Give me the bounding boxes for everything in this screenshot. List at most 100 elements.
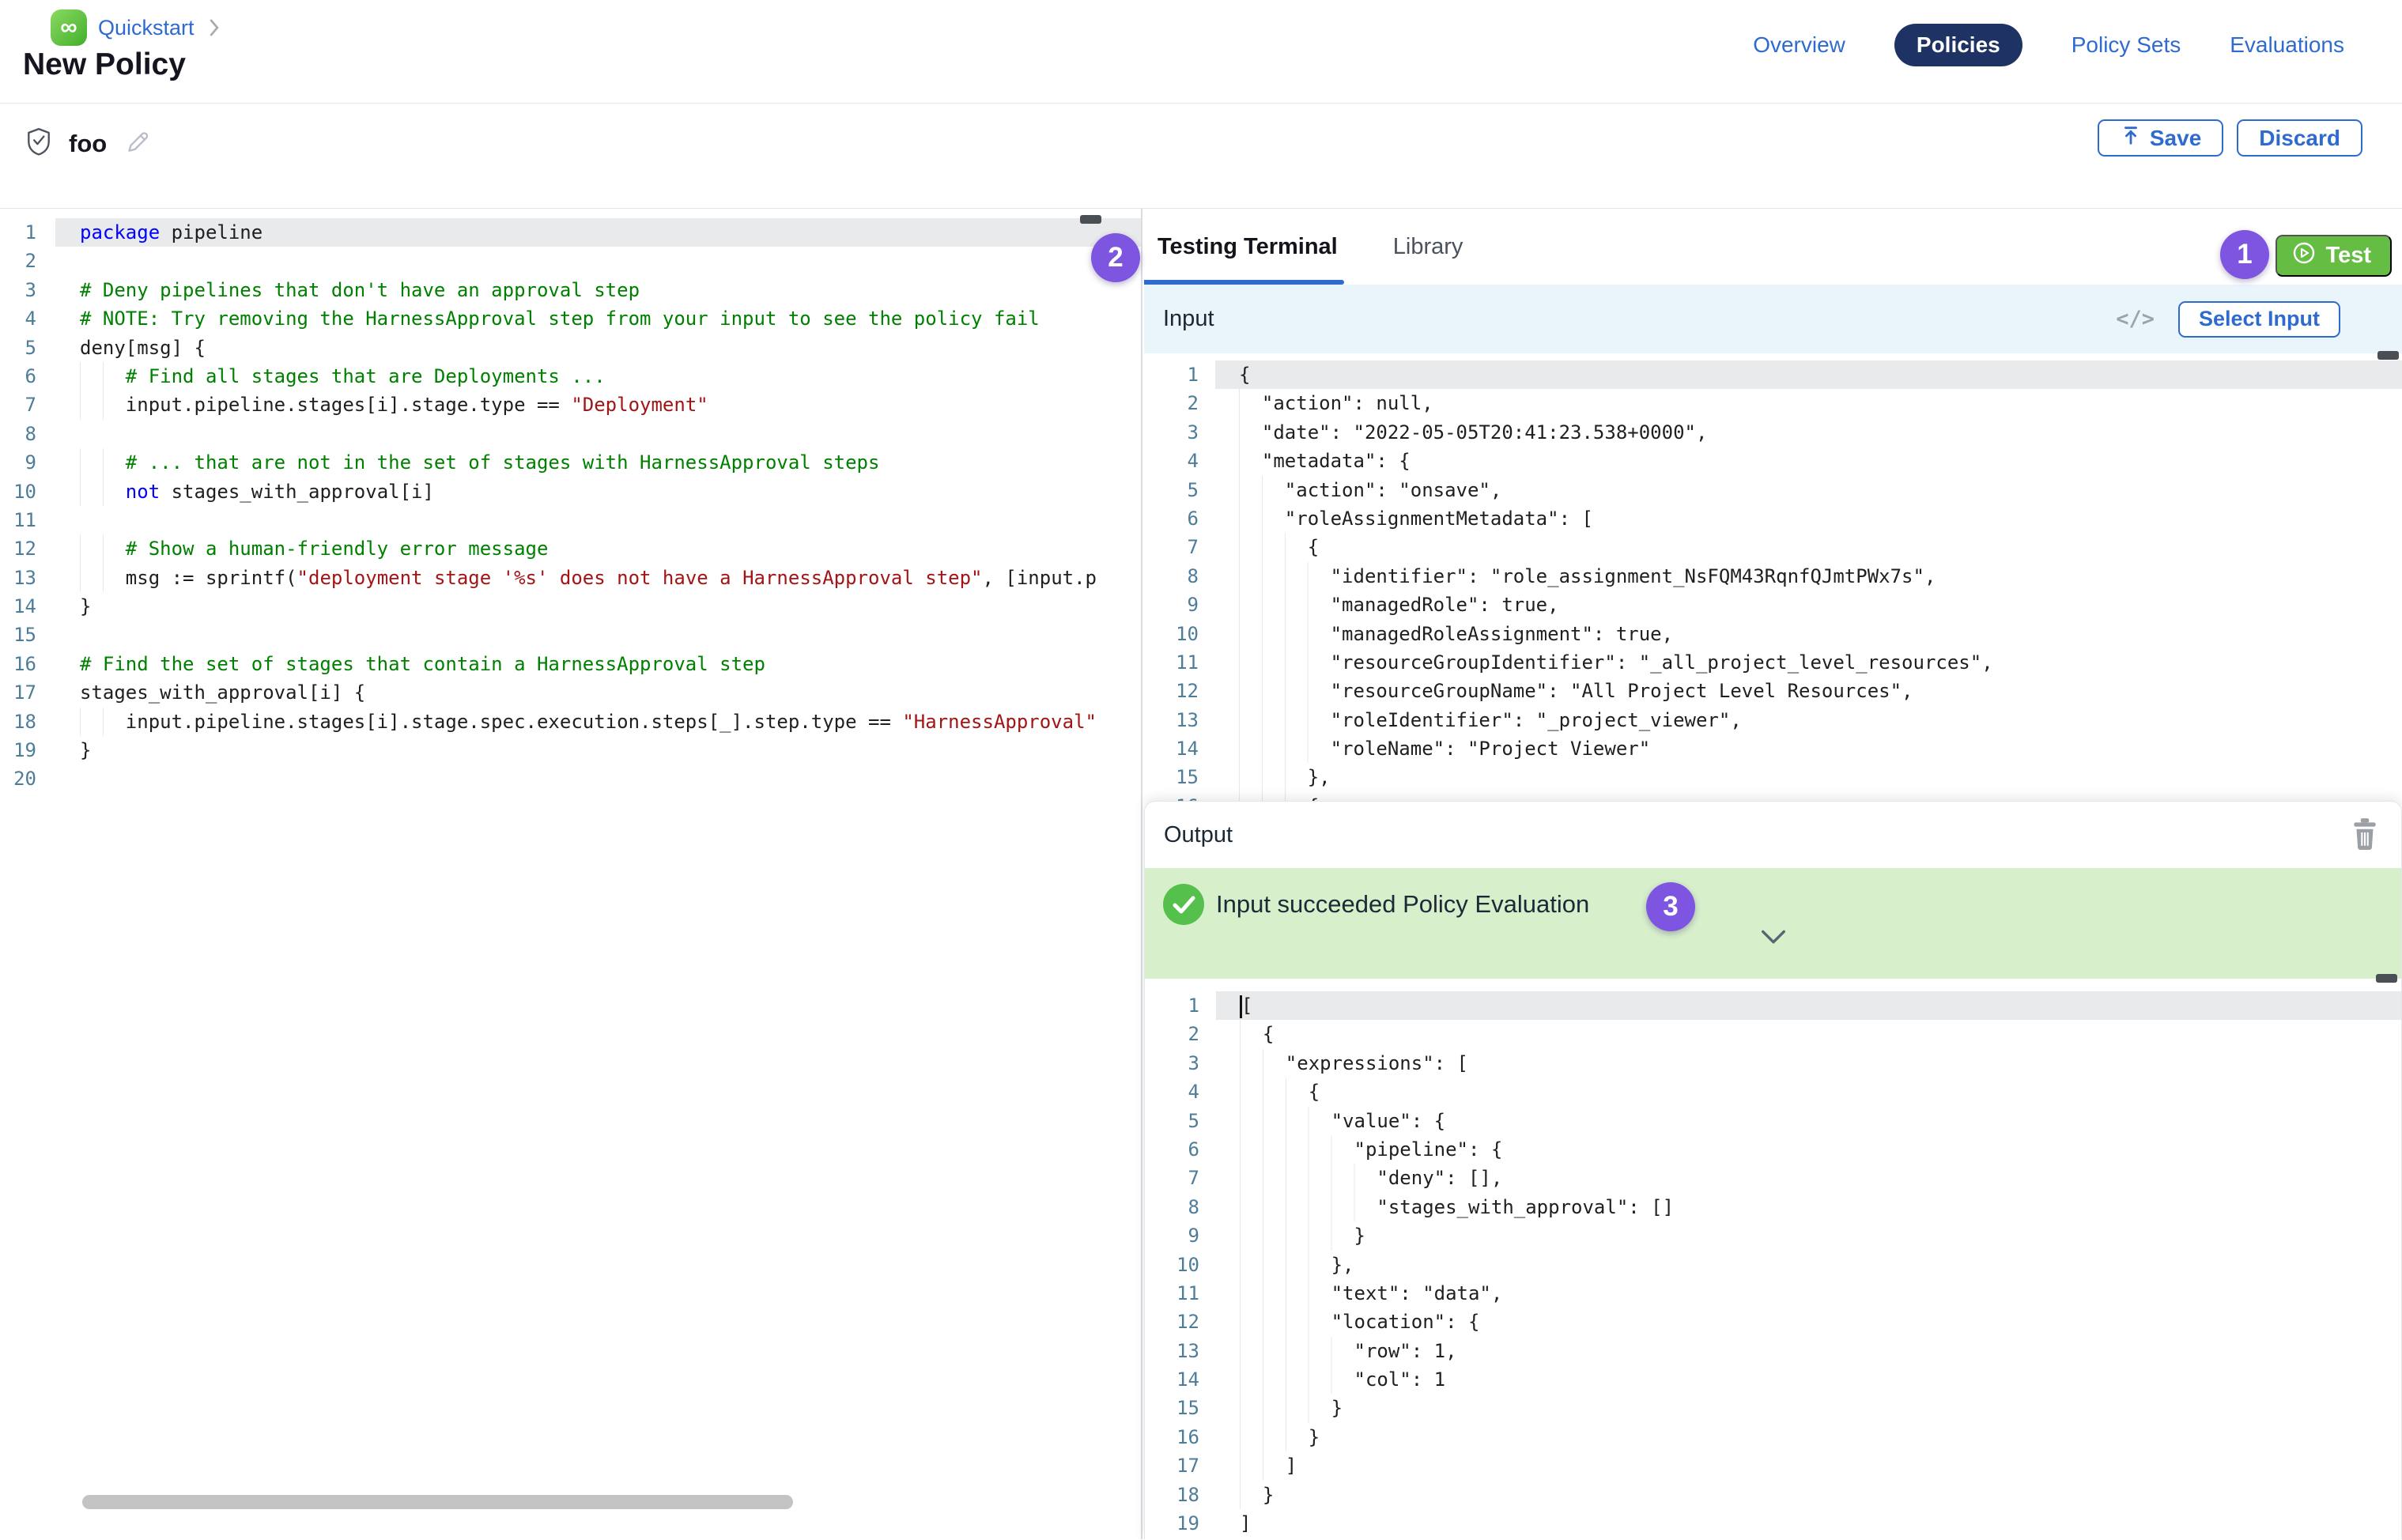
line-number: 8 <box>1145 1193 1216 1221</box>
code-line: 8 "stages_with_approval": [] <box>1145 1193 2401 1221</box>
line-number: 1 <box>1144 360 1215 389</box>
line-number: 10 <box>1145 1251 1216 1279</box>
line-number: 15 <box>1144 763 1215 791</box>
code-line: 1package pipeline <box>0 218 1141 247</box>
line-number: 14 <box>0 592 55 621</box>
line-number: 3 <box>0 276 55 304</box>
line-number: 10 <box>1144 620 1215 648</box>
line-number: 12 <box>1145 1308 1216 1336</box>
line-number: 12 <box>1144 677 1215 705</box>
horizontal-scrollbar-thumb[interactable] <box>82 1495 793 1509</box>
code-view-icon[interactable]: </> <box>2116 307 2155 331</box>
nav-item-evaluations[interactable]: Evaluations <box>2230 32 2344 58</box>
tab-library[interactable]: Library <box>1393 234 1463 260</box>
line-number: 15 <box>0 621 55 649</box>
line-number: 18 <box>1145 1481 1216 1509</box>
banner-message: Input succeeded Policy Evaluation <box>1216 890 1589 919</box>
line-number: 6 <box>0 362 55 391</box>
line-number: 3 <box>1145 1049 1216 1078</box>
code-line: 1{ <box>1144 360 2402 389</box>
code-line: 12 "location": { <box>1145 1308 2401 1336</box>
code-line: 11 <box>0 506 1141 534</box>
code-line: 14 "col": 1 <box>1145 1365 2401 1394</box>
code-line: 5 "action": "onsave", <box>1144 476 2402 504</box>
code-line: 3# Deny pipelines that don't have an app… <box>0 276 1141 304</box>
trash-icon[interactable] <box>2351 817 2379 854</box>
code-line: 8 "identifier": "role_assignment_NsFQM43… <box>1144 562 2402 591</box>
code-line: 16 } <box>1145 1423 2401 1451</box>
panel-divider[interactable] <box>1141 209 1142 1539</box>
nav-item-overview[interactable]: Overview <box>1753 32 1845 58</box>
line-number: 5 <box>1145 1107 1216 1135</box>
upload-icon <box>2120 124 2142 152</box>
editor-overview-handle[interactable] <box>2376 974 2397 983</box>
save-button[interactable]: Save <box>2098 119 2223 157</box>
code-line: 5 "value": { <box>1145 1107 2401 1135</box>
line-number: 8 <box>1144 562 1215 591</box>
tab-testing-terminal[interactable]: Testing Terminal <box>1158 234 1338 260</box>
editor-overview-handle[interactable] <box>1080 215 1101 224</box>
code-line: 11 "resourceGroupIdentifier": "_all_proj… <box>1144 648 2402 677</box>
code-line: 13 msg := sprintf("deployment stage '%s'… <box>0 564 1141 592</box>
code-line: 12 "resourceGroupName": "All Project Lev… <box>1144 677 2402 705</box>
code-line: 10 not stages_with_approval[i] <box>0 477 1141 506</box>
select-input-button[interactable]: Select Input <box>2178 301 2340 338</box>
code-line: 2 <box>0 247 1141 275</box>
line-number: 19 <box>1145 1509 1216 1538</box>
discard-button[interactable]: Discard <box>2237 119 2362 157</box>
page-title: New Policy <box>23 47 186 82</box>
code-line: 19] <box>1145 1509 2401 1538</box>
input-title: Input <box>1144 306 1214 332</box>
code-line: 14} <box>0 592 1141 621</box>
line-number: 4 <box>1144 447 1215 475</box>
line-number: 7 <box>1145 1164 1216 1192</box>
terminal-tabs: Testing Terminal Library Test <box>1144 209 2402 285</box>
harness-logo-icon[interactable]: ∞ <box>51 9 87 46</box>
test-button[interactable]: Test <box>2275 235 2392 277</box>
code-line: 2 { <box>1145 1020 2401 1048</box>
play-icon <box>2291 240 2317 272</box>
output-card: Output Input succeeded Policy Evaluation… <box>1144 801 2402 1539</box>
line-number: 6 <box>1144 504 1215 533</box>
evaluation-success-banner: Input succeeded Policy Evaluation <box>1145 868 2401 979</box>
code-line: 11 "text": "data", <box>1145 1279 2401 1308</box>
chevron-down-icon[interactable] <box>1758 928 1788 951</box>
code-line: 6 # Find all stages that are Deployments… <box>0 362 1141 391</box>
edit-pencil-icon[interactable] <box>124 128 149 159</box>
input-json-editor[interactable]: 1{2 "action": null,3 "date": "2022-05-05… <box>1144 353 2402 813</box>
line-number: 17 <box>1145 1451 1216 1480</box>
editor-overview-handle[interactable] <box>2377 351 2399 360</box>
nav-item-policies[interactable]: Policies <box>1894 24 2022 66</box>
line-number: 2 <box>0 247 55 275</box>
code-line: 7 "deny": [], <box>1145 1164 2401 1192</box>
policy-code-editor[interactable]: 1package pipeline23# Deny pipelines that… <box>0 209 1141 1539</box>
code-line: 15 } <box>1145 1394 2401 1422</box>
breadcrumb-project-link[interactable]: Quickstart <box>98 16 195 40</box>
line-number: 16 <box>0 650 55 678</box>
line-number: 1 <box>1145 991 1216 1020</box>
output-section-header: Output <box>1145 802 2401 868</box>
output-json-editor[interactable]: 1[2 {3 "expressions": [4 {5 "value": {6 … <box>1145 979 2401 1540</box>
code-line: 20 <box>0 764 1141 793</box>
line-number: 4 <box>1145 1078 1216 1106</box>
code-line: 3 "date": "2022-05-05T20:41:23.538+0000"… <box>1144 418 2402 447</box>
line-number: 10 <box>0 477 55 506</box>
testing-panel: Testing Terminal Library Test Input </> … <box>1144 209 2402 1539</box>
line-number: 17 <box>0 678 55 707</box>
line-number: 13 <box>0 564 55 592</box>
code-line: 5deny[msg] { <box>0 334 1141 362</box>
code-line: 12 # Show a human-friendly error message <box>0 534 1141 563</box>
line-number: 13 <box>1144 706 1215 734</box>
step-badge-2: 2 <box>1091 233 1140 282</box>
line-number: 15 <box>1145 1394 1216 1422</box>
code-line: 9 } <box>1145 1221 2401 1250</box>
main-content: 1package pipeline23# Deny pipelines that… <box>0 208 2402 1538</box>
code-line: 6 "roleAssignmentMetadata": [ <box>1144 504 2402 533</box>
code-line: 13 "row": 1, <box>1145 1337 2401 1365</box>
nav-item-policy-sets[interactable]: Policy Sets <box>2072 32 2181 58</box>
code-line: 4 "metadata": { <box>1144 447 2402 475</box>
line-number: 18 <box>0 708 55 736</box>
code-line: 10 }, <box>1145 1251 2401 1279</box>
code-line: 18 input.pipeline.stages[i].stage.spec.e… <box>0 708 1141 736</box>
code-line: 7 { <box>1144 533 2402 561</box>
